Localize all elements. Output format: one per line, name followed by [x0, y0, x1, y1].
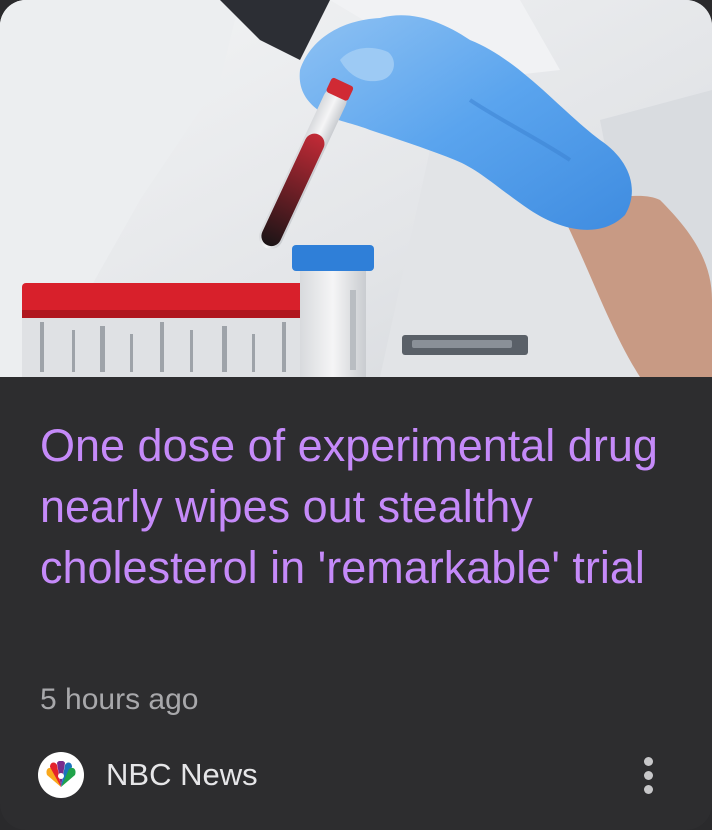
nbc-peacock-icon: [38, 752, 84, 798]
source-row[interactable]: NBC News: [38, 751, 258, 799]
article-body: One dose of experimental drug nearly wip…: [0, 377, 712, 830]
lab-blood-sample-image: [0, 0, 712, 377]
more-dot: [643, 784, 653, 794]
article-headline[interactable]: One dose of experimental drug nearly wip…: [40, 415, 680, 598]
news-card[interactable]: One dose of experimental drug nearly wip…: [0, 0, 712, 830]
publish-time: 5 hours ago: [40, 683, 199, 716]
more-dot: [643, 756, 653, 766]
more-vert-icon[interactable]: [628, 749, 668, 801]
more-dot: [643, 770, 653, 780]
article-image[interactable]: [0, 0, 712, 377]
source-name: NBC News: [106, 757, 258, 792]
